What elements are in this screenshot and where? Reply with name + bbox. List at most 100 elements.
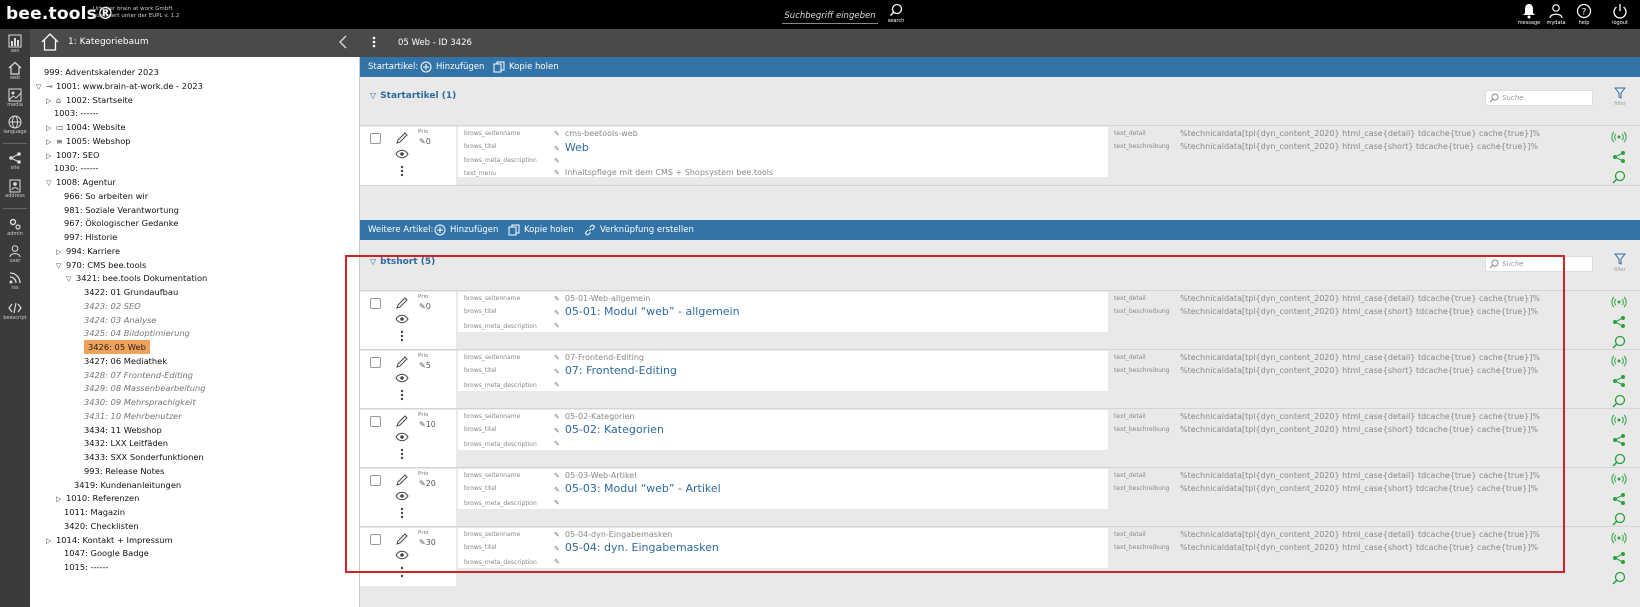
expand-down-icon[interactable]: ▽ [66, 272, 76, 286]
tech-detail-value[interactable]: %technicaldata[tpl{dyn_content_2020} htm… [1180, 471, 1540, 480]
field-seitenname[interactable]: ✎ 05-01-Web-allgemein [554, 294, 650, 303]
share-icon[interactable] [1611, 373, 1627, 389]
tree-item[interactable]: 981: Soziale Verantwortung [64, 203, 179, 217]
tree-item[interactable]: 3426: 05 Web [84, 340, 150, 354]
tree-home-button[interactable] [40, 32, 60, 56]
article-checkbox[interactable] [370, 298, 381, 309]
magnifier-icon[interactable] [1611, 511, 1627, 527]
tech-detail-value[interactable]: %technicaldata[tpl{dyn_content_2020} htm… [1180, 353, 1540, 362]
start-section-toggle[interactable]: ▽ Startartikel (1) [370, 91, 456, 101]
edit-icon[interactable] [395, 532, 409, 546]
tree-item[interactable]: ▷ ▭ 1004: Website [46, 120, 126, 134]
short-section-toggle[interactable]: ▽ btshort (5) [370, 257, 435, 267]
field-meta[interactable]: ✎ [554, 380, 565, 389]
mydata-button[interactable]: mydata [1542, 3, 1570, 27]
tree-item[interactable]: 3427: 06 Mediathek [84, 354, 167, 368]
nav-item-user[interactable]: user [0, 242, 30, 268]
kebab-icon[interactable] [400, 389, 404, 401]
nav-item-language[interactable]: language [0, 113, 30, 139]
eye-icon[interactable] [395, 491, 409, 501]
nav-item-seo[interactable]: seo [0, 32, 30, 58]
prio-value[interactable]: ✎30 [419, 538, 436, 547]
tree-item[interactable]: 1003: ------ [54, 106, 99, 120]
magnifier-icon[interactable] [1611, 452, 1627, 468]
tree-item[interactable]: 3429: 08 Massenbearbeitung [84, 381, 206, 395]
share-icon[interactable] [1611, 432, 1627, 448]
prio-value[interactable]: ✎10 [419, 420, 436, 429]
edit-icon[interactable] [395, 414, 409, 428]
tree-item[interactable]: 999: Adventskalender 2023 [44, 65, 159, 79]
nav-item-address[interactable]: address [0, 177, 30, 203]
broadcast-icon[interactable] [1611, 471, 1627, 487]
tree-item[interactable]: 3423: 02 SEO [84, 299, 141, 313]
nav-item-site[interactable]: site [0, 149, 30, 175]
share-icon[interactable] [1611, 550, 1627, 566]
field-titel[interactable]: ✎ Web [554, 141, 589, 154]
article-checkbox[interactable] [370, 416, 381, 427]
tree-item[interactable]: 967: Ökologischer Gedanke [64, 216, 178, 230]
field-titel[interactable]: ✎ 05-01: Modul “web” - allgemein [554, 305, 740, 318]
kebab-icon[interactable] [400, 330, 404, 342]
tree-item[interactable]: ▷ ≡ 1005: Webshop [46, 134, 131, 148]
tree-item[interactable]: 3425: 04 Bildoptimierung [84, 326, 190, 340]
field-menu[interactable]: ✎ Inhaltspflege mit dem CMS + Shopsystem … [554, 168, 773, 177]
edit-icon[interactable] [395, 296, 409, 310]
eye-icon[interactable] [395, 314, 409, 324]
search-button[interactable]: search [882, 3, 910, 27]
expand-down-icon[interactable]: ▽ [36, 80, 46, 94]
field-titel[interactable]: ✎ 05-02: Kategorien [554, 423, 664, 436]
share-icon[interactable] [1611, 149, 1627, 165]
start-section-search[interactable]: Suche [1485, 90, 1593, 106]
prio-value[interactable]: ✎0 [419, 137, 431, 146]
short-filter-button[interactable]: filter [1611, 253, 1629, 273]
expand-right-icon[interactable]: ▷ [46, 534, 56, 548]
tree-item[interactable]: 993: Release Notes [84, 464, 164, 478]
field-meta[interactable]: ✎ [554, 557, 565, 566]
tree-item[interactable]: 3434: 11 Webshop [84, 423, 162, 437]
article-checkbox[interactable] [370, 534, 381, 545]
help-button[interactable]: ? help [1570, 3, 1598, 27]
broadcast-icon[interactable] [1611, 129, 1627, 145]
tree-item[interactable]: 997: Historie [64, 230, 117, 244]
magnifier-icon[interactable] [1611, 334, 1627, 350]
tree-item[interactable]: ▷ 1014: Kontakt + Impressum [46, 533, 173, 547]
share-icon[interactable] [1611, 314, 1627, 330]
field-meta[interactable]: ✎ [554, 439, 565, 448]
field-seitenname[interactable]: ✎ 05-03-Web-Artikel [554, 471, 636, 480]
field-seitenname[interactable]: ✎ 05-04-dyn-Eingabemasken [554, 530, 672, 539]
tree-item[interactable]: ▽ 3421: bee.tools Dokumentation [66, 271, 207, 285]
global-search-input[interactable] [782, 8, 878, 24]
expand-down-icon[interactable]: ▽ [46, 176, 56, 190]
field-titel[interactable]: ✎ 05-03: Modul “web” - Artikel [554, 482, 721, 495]
field-meta[interactable]: ✎ [554, 498, 565, 507]
tree-item[interactable]: 3420: Checklisten [64, 519, 139, 533]
broadcast-icon[interactable] [1611, 353, 1627, 369]
tree-item[interactable]: 3432: LXX Leitfäden [84, 436, 168, 450]
edit-icon[interactable] [395, 131, 409, 145]
tree-item[interactable]: 3430: 09 Mehrsprachigkeit [84, 395, 196, 409]
tree-item[interactable]: ▷ ⌂ 1002: Startseite [46, 93, 133, 107]
expand-down-icon[interactable]: ▽ [56, 259, 66, 273]
field-meta[interactable]: ✎ [554, 321, 565, 330]
tree-item[interactable]: 966: So arbeiten wir [64, 189, 148, 203]
tree-item[interactable]: 3428: 07 Frontend-Editing [84, 368, 193, 382]
tree-item[interactable]: 1030: ------ [54, 161, 99, 175]
create-link-button[interactable]: Verknüpfung erstellen [584, 223, 694, 237]
nav-item-media[interactable]: media [0, 86, 30, 112]
tree-item[interactable]: 1047: Google Badge [64, 546, 149, 560]
magnifier-icon[interactable] [1611, 570, 1627, 586]
message-button[interactable]: message [1515, 3, 1543, 27]
kebab-icon[interactable] [400, 566, 404, 578]
collapse-panel-button[interactable] [338, 35, 348, 53]
tech-beschreibung-value[interactable]: %technicaldata[tpl{dyn_content_2020} htm… [1180, 484, 1538, 493]
field-titel[interactable]: ✎ 07: Frontend-Editing [554, 364, 677, 377]
eye-icon[interactable] [395, 149, 409, 159]
field-seitenname[interactable]: ✎ cms-beetools-web [554, 129, 638, 138]
tech-detail-value[interactable]: %technicaldata[tpl{dyn_content_2020} htm… [1180, 412, 1540, 421]
tree-item[interactable]: ▽ ⊸ 1001: www.brain-at-work.de - 2023 [36, 79, 203, 93]
prio-value[interactable]: ✎0 [419, 302, 431, 311]
article-checkbox[interactable] [370, 475, 381, 486]
start-filter-button[interactable]: filter [1611, 87, 1629, 107]
tree-item[interactable]: 3419: Kundenanleitungen [74, 478, 181, 492]
tree-item[interactable]: ▷ 1010: Referenzen [56, 491, 139, 505]
